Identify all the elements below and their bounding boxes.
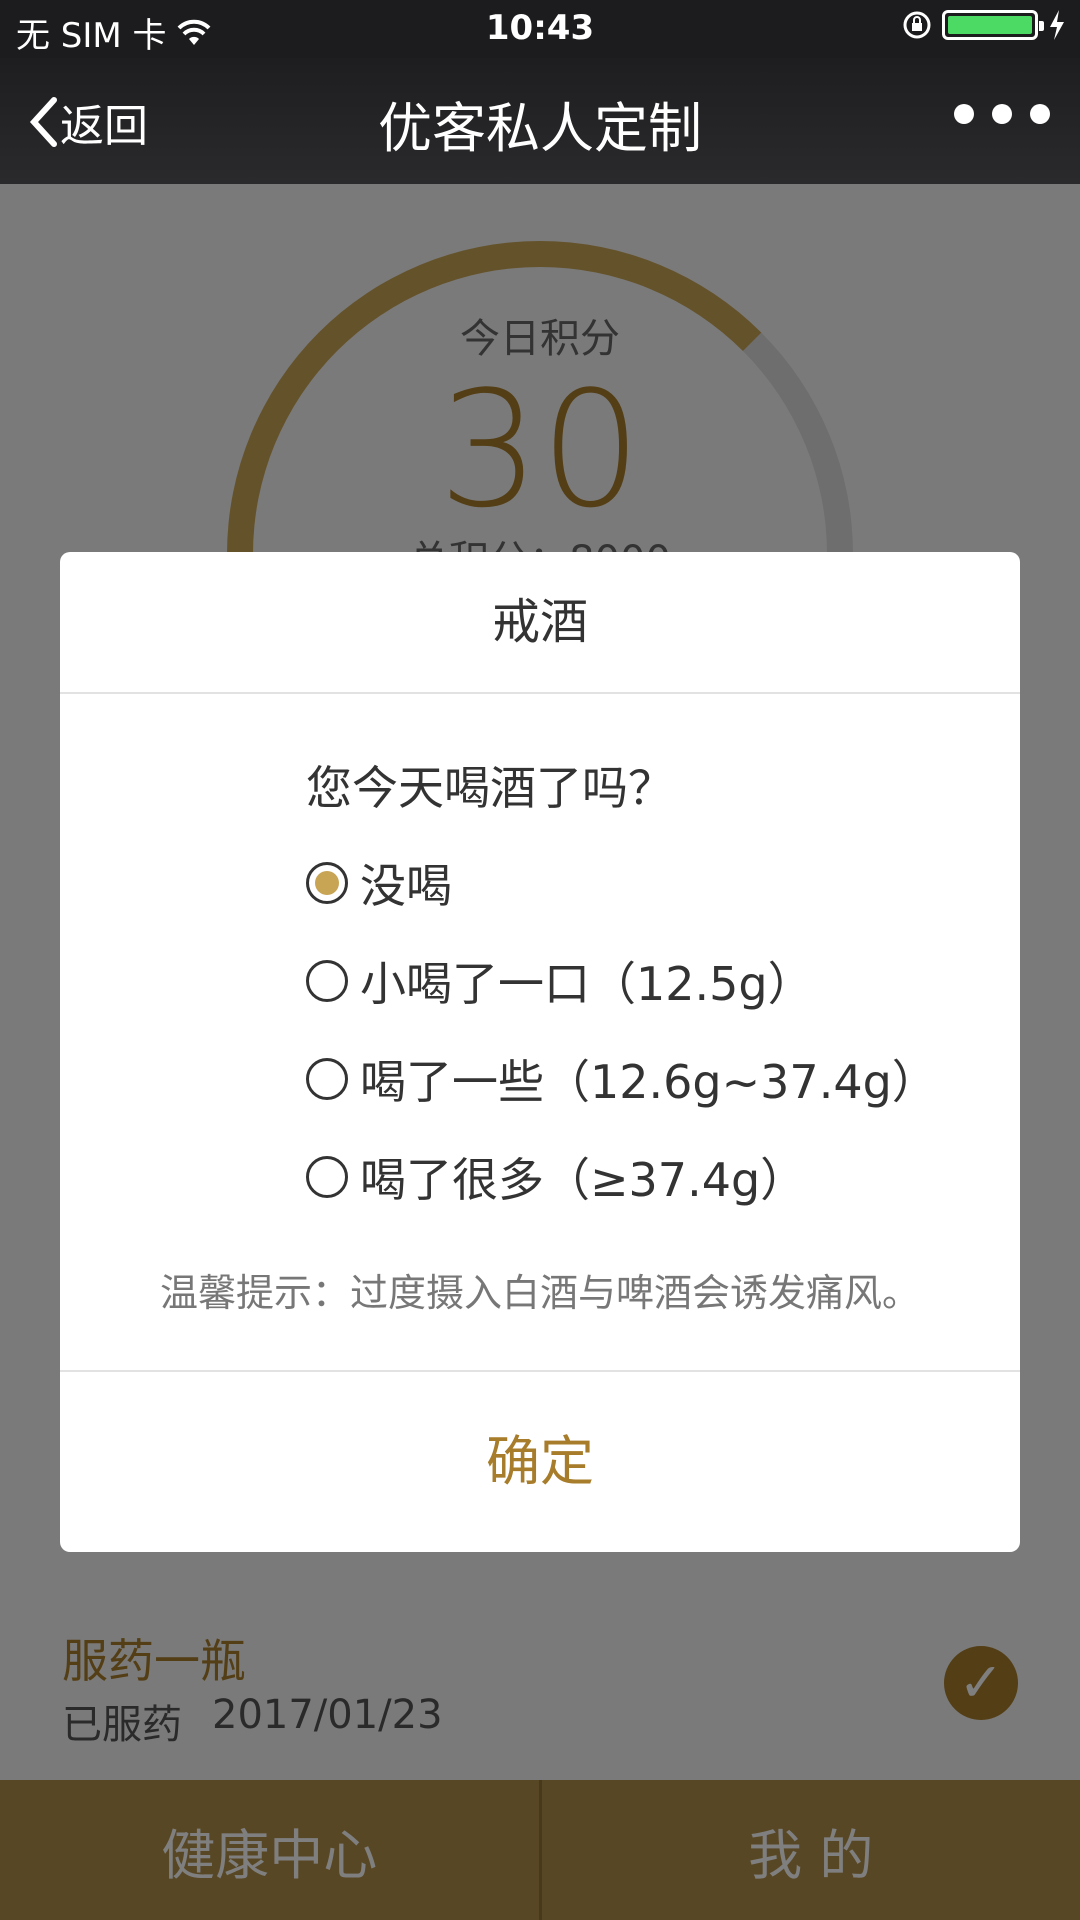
quit-drinking-dialog: 戒酒 您今天喝酒了吗？ 没喝 小喝了一口（12.5g） 喝了一些（12.6g~3… <box>60 552 1020 1552</box>
orientation-lock-icon <box>903 11 931 39</box>
option-label: 小喝了一口（12.5g） <box>360 957 814 1011</box>
more-dots-icon[interactable] <box>954 104 1050 124</box>
option-label: 喝了很多（≥37.4g） <box>360 1153 807 1207</box>
charging-bolt-icon <box>1050 10 1064 40</box>
dialog-tip: 温馨提示：过度摄入白酒与啤酒会诱发痛风。 <box>159 1271 920 1315</box>
option-sip[interactable]: 小喝了一口（12.5g） <box>306 948 814 1014</box>
option-label: 没喝 <box>360 859 452 913</box>
radio-icon[interactable] <box>306 960 348 1002</box>
nav-bar: 返回 优客私人定制 <box>0 58 1080 184</box>
status-right <box>902 10 1066 40</box>
dialog-title: 戒酒 <box>60 552 1020 694</box>
battery-icon <box>942 10 1044 40</box>
dialog-question: 您今天喝酒了吗？ <box>306 761 674 815</box>
option-label: 喝了一些（12.6g~37.4g） <box>360 1055 938 1109</box>
confirm-button[interactable]: 确定 <box>60 1372 1020 1552</box>
radio-icon[interactable] <box>306 1058 348 1100</box>
option-no-drink[interactable]: 没喝 <box>306 850 452 916</box>
status-bar: 无 SIM 卡 10:43 <box>0 0 1080 58</box>
radio-icon[interactable] <box>306 1156 348 1198</box>
radio-icon[interactable] <box>306 862 348 904</box>
option-some[interactable]: 喝了一些（12.6g~37.4g） <box>306 1046 938 1112</box>
option-a-lot[interactable]: 喝了很多（≥37.4g） <box>306 1144 806 1210</box>
page-title: 优客私人定制 <box>378 97 702 160</box>
